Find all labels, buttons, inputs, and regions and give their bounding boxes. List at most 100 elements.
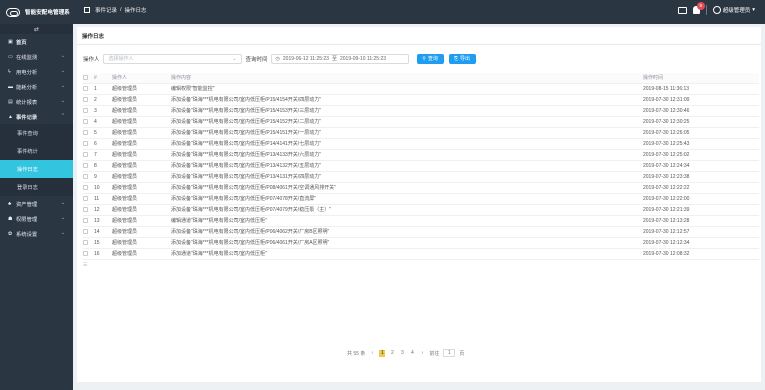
- sidebar-item-assets[interactable]: ♣ 资产管理 ⌄: [0, 196, 73, 211]
- row-checkbox[interactable]: [83, 250, 88, 256]
- row-checkbox[interactable]: [83, 184, 88, 190]
- row-checkbox[interactable]: [83, 107, 88, 113]
- table-row[interactable]: 7 超级管理员 添加设备"珠海***机电有限公司/室内低压柜/P13/4133开关/…: [83, 149, 759, 161]
- table-row[interactable]: 14 超级管理员 添加设备"珠海***机电有限公司/室内低压柜/P06/4062开关…: [83, 226, 759, 238]
- sidebar-item-label: 用电分析: [16, 69, 38, 76]
- row-checkbox[interactable]: [83, 239, 88, 245]
- sidebar-item-home[interactable]: ▣ 首页: [0, 34, 73, 49]
- page-button[interactable]: 4: [409, 350, 415, 357]
- page-button[interactable]: 1: [379, 349, 386, 357]
- row-content: 添加设备"珠海***机电有限公司/室内低压柜/P06/4061开关/厂房A区照明…: [171, 237, 643, 249]
- row-time: 2019-07-30 12:24:34: [643, 160, 759, 172]
- sidebar-subitem-operation-log[interactable]: 操作日志: [0, 160, 73, 178]
- table-row[interactable]: 2 超级管理员 添加设备"珠海***机电有限公司/室内低压柜/P15/4154开关/…: [83, 94, 759, 106]
- total-count: 共 55 条: [347, 350, 366, 357]
- table-row[interactable]: 16 超级管理员 添加通道"珠海***机电有限公司/室内低压柜" 2019-07-30…: [83, 248, 759, 260]
- user-menu[interactable]: 超级管理员 ▾: [712, 6, 755, 14]
- sidebar-item-event-records[interactable]: ▲ 事件记录 ⌃: [0, 109, 73, 124]
- table-row[interactable]: 3 超级管理员 添加设备"珠海***机电有限公司/室内低压柜/P15/4153开关/…: [83, 105, 759, 117]
- row-checkbox[interactable]: [83, 85, 88, 91]
- sidebar-item-energy-analysis[interactable]: ▬ 能耗分析 ⌄: [0, 79, 73, 94]
- row-content: 添加设备"珠海***机电有限公司/室内低压柜/P14/4141开关/七层动力": [171, 138, 643, 150]
- sidebar-item-power-analysis[interactable]: ϟ 用电分析 ⌄: [0, 64, 73, 79]
- operation-log-table: # 操作人 操作内容 操作时间 1 超级管理员 编辑权限"智能监控" 2019-08-…: [83, 73, 759, 270]
- row-operator: 超级管理员: [112, 171, 171, 183]
- row-number: 13: [94, 215, 112, 227]
- page-button[interactable]: 3: [399, 350, 405, 357]
- sidebar-item-monitoring[interactable]: ▭ 在线监测 ⌄: [0, 49, 73, 64]
- table-row[interactable]: 12 超级管理员 添加设备"珠海***机电有限公司/室内低压柜/P07/4079开关…: [83, 204, 759, 216]
- table-row[interactable]: 11 超级管理员 添加设备"珠海***机电有限公司/室内低压柜/P07/4078开关…: [83, 193, 759, 205]
- sidebar-subitem-login-log[interactable]: 登录日志: [0, 178, 73, 196]
- gear-icon: ✿: [8, 230, 13, 237]
- row-time: 2019-07-30 12:25:02: [643, 149, 759, 161]
- row-checkbox[interactable]: [83, 96, 88, 102]
- goto-page-input[interactable]: 1: [443, 349, 456, 357]
- row-checkbox[interactable]: [83, 195, 88, 201]
- row-checkbox[interactable]: [83, 206, 88, 212]
- row-number: 8: [94, 160, 112, 172]
- row-time: 2019-07-30 12:22:22: [643, 182, 759, 194]
- table-header-row: # 操作人 操作内容 操作时间: [83, 73, 759, 84]
- table-row[interactable]: 5 超级管理员 添加设备"珠海***机电有限公司/室内低压柜/P15/4151开关/…: [83, 127, 759, 139]
- sidebar-item-permissions[interactable]: ☗ 权限管理 ⌄: [0, 211, 73, 226]
- operator-label: 操作人: [83, 56, 100, 63]
- sidebar-item-settings[interactable]: ✿ 系统设置 ⌄: [0, 226, 73, 241]
- export-button[interactable]: ⎘ 导出: [448, 53, 476, 64]
- date-separator: 至: [331, 56, 337, 62]
- date-range-picker[interactable]: ◷ 2019-06-12 11:25:23 至 2019-09-10 11:25…: [270, 53, 409, 64]
- select-all-checkbox[interactable]: [83, 74, 88, 80]
- assets-icon: ♣: [8, 200, 12, 207]
- table-row[interactable]: 4 超级管理员 添加设备"珠海***机电有限公司/室内低压柜/P15/4152开关/…: [83, 116, 759, 128]
- operator-select[interactable]: 选择操作人 ⌄: [102, 53, 242, 64]
- row-checkbox[interactable]: [83, 129, 88, 135]
- row-content: 添加设备"珠海***机电有限公司/室内低压柜/P08/4061开关/空调通风排开…: [171, 182, 643, 194]
- sidebar-subitem-event-stats[interactable]: 事件统计: [0, 142, 73, 160]
- row-checkbox[interactable]: [83, 140, 88, 146]
- row-checkbox[interactable]: [83, 228, 88, 234]
- row-number: 11: [94, 193, 112, 205]
- row-checkbox[interactable]: [83, 118, 88, 124]
- fullscreen-icon[interactable]: [677, 6, 687, 14]
- row-content: 添加设备"珠海***机电有限公司/室内低压柜/P07/4079开关/稳压泵（主）…: [171, 204, 643, 216]
- page-button[interactable]: 2: [389, 350, 395, 357]
- chevron-down-icon: ▾: [752, 7, 755, 13]
- table-row[interactable]: 1 超级管理员 编辑权限"智能监控" 2019-08-15 11:36:13: [83, 83, 759, 95]
- table-row[interactable]: 8 超级管理员 添加设备"珠海***机电有限公司/室内低压柜/P13/4132开关/…: [83, 160, 759, 172]
- report-icon: ▤: [8, 98, 13, 105]
- row-time: 2019-07-30 12:08:32: [643, 248, 759, 260]
- chevron-down-icon: ⌄: [232, 55, 237, 62]
- table-row[interactable]: 13 超级管理员 编辑通道"珠海***机电有限公司/室内低压柜" 2019-07-30…: [83, 215, 759, 227]
- row-operator: 超级管理员: [112, 105, 171, 117]
- sidebar-subitem-event-query[interactable]: 事件查询: [0, 124, 73, 142]
- row-checkbox[interactable]: [83, 151, 88, 157]
- collapse-icon: ⇄: [33, 26, 40, 33]
- content-card: 操作日志 操作人 选择操作人 ⌄ 查询时间 ◷ 2019-06-12 11:25:…: [77, 27, 761, 382]
- export-button-label: 导出: [460, 56, 471, 62]
- top-bar: 智能安配电管理系 事件记录 / 操作日志 9 超级管理员 ▾: [0, 0, 765, 24]
- row-number: 16: [94, 248, 112, 260]
- row-checkbox[interactable]: [83, 217, 88, 223]
- sidebar-item-reports[interactable]: ▤ 统计报表 ⌄: [0, 94, 73, 109]
- row-content: 添加设备"珠海***机电有限公司/室内低压柜/P15/4152开关/二层动力": [171, 116, 643, 128]
- next-page-button[interactable]: ›: [419, 350, 425, 357]
- bell-icon[interactable]: 9: [692, 2, 705, 14]
- divider: [77, 44, 761, 45]
- app-logo[interactable]: 智能安配电管理系: [6, 4, 70, 20]
- column-settings-icon[interactable]: ☰: [83, 259, 759, 270]
- search-button[interactable]: ⚲ 查询: [416, 53, 444, 64]
- row-checkbox[interactable]: [83, 162, 88, 168]
- table-row[interactable]: 10 超级管理员 添加设备"珠海***机电有限公司/室内低压柜/P08/4061开关…: [83, 182, 759, 194]
- cloud-logo-icon: [6, 7, 20, 17]
- date-start: 2019-06-12 11:25:23: [282, 55, 329, 62]
- row-checkbox[interactable]: [83, 173, 88, 179]
- prev-page-button[interactable]: ‹: [369, 350, 375, 357]
- row-content: 添加设备"珠海***机电有限公司/室内低压柜/P06/4062开关/厂房B区照明…: [171, 226, 643, 238]
- collapse-sidebar-button[interactable]: ⇄: [0, 24, 73, 34]
- table-row[interactable]: 6 超级管理员 添加设备"珠海***机电有限公司/室内低压柜/P14/4141开关/…: [83, 138, 759, 150]
- main-content: 操作日志 操作人 选择操作人 ⌄ 查询时间 ◷ 2019-06-12 11:25:…: [73, 24, 765, 390]
- table-row[interactable]: 15 超级管理员 添加设备"珠海***机电有限公司/室内低压柜/P06/4061开关…: [83, 237, 759, 249]
- row-content: 添加设备"珠海***机电有限公司/室内低压柜/P13/4133开关/六层动力": [171, 149, 643, 161]
- breadcrumb-section[interactable]: 事件记录: [95, 6, 117, 14]
- table-row[interactable]: 9 超级管理员 添加设备"珠海***机电有限公司/室内低压柜/P13/4131开关/…: [83, 171, 759, 183]
